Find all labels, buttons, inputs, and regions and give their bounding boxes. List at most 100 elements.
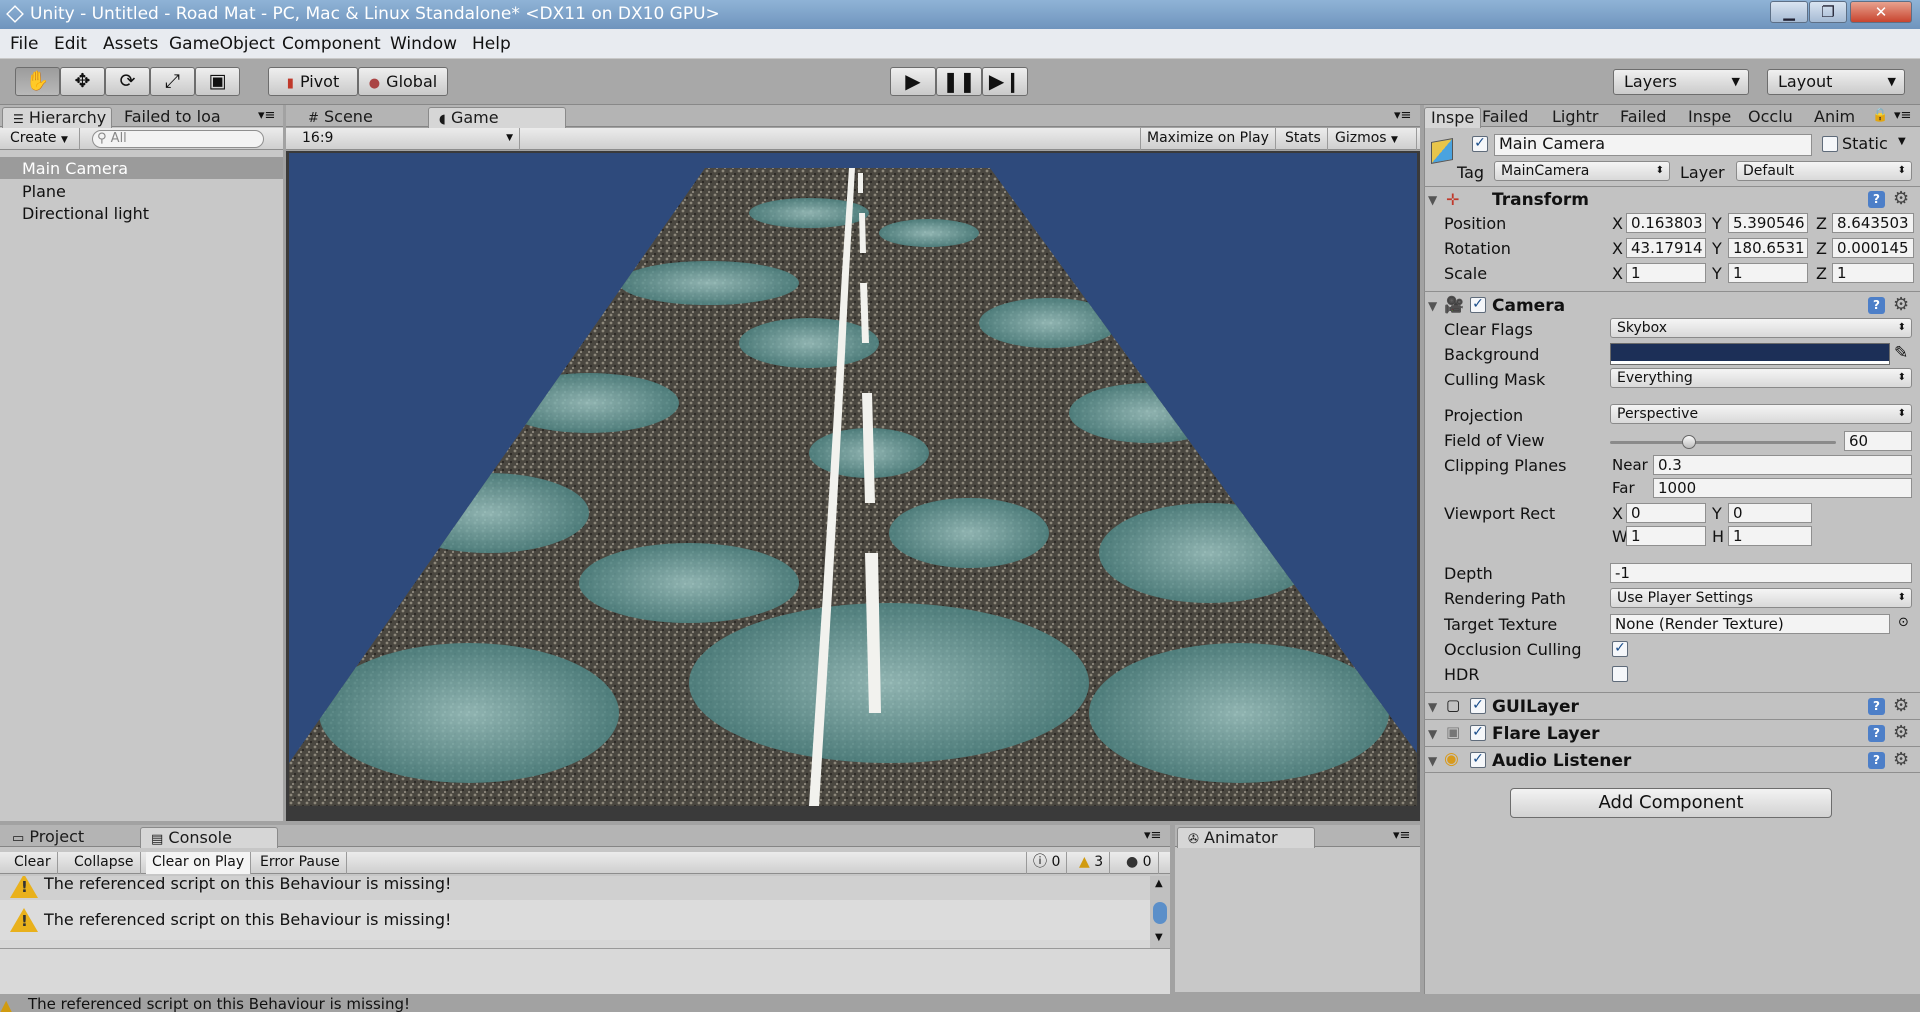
panel-menu-icon[interactable]: ▾≡ (1144, 828, 1161, 843)
viewport-h-field[interactable]: 1 (1728, 526, 1812, 546)
panel-menu-icon[interactable]: ▾≡ (1393, 828, 1410, 843)
rotation-x-field[interactable]: 43.17914 (1626, 238, 1706, 258)
eyedropper-icon[interactable]: ✎ (1894, 343, 1908, 363)
object-name-field[interactable]: Main Camera (1494, 134, 1812, 156)
rendering-path-dropdown[interactable]: Use Player Settings ⬍ (1610, 588, 1912, 608)
tab-inspector[interactable]: Inspe (1424, 107, 1482, 128)
help-icon[interactable]: ? (1868, 191, 1885, 208)
tab-failed-2[interactable]: Failed (1614, 107, 1672, 128)
help-icon[interactable]: ? (1868, 752, 1885, 769)
tab-animator[interactable]: ✇ Animator (1177, 827, 1315, 848)
layer-dropdown[interactable]: Default ⬍ (1736, 161, 1912, 181)
near-field[interactable]: 0.3 (1653, 455, 1912, 475)
tab-lightmap[interactable]: Lightr (1546, 107, 1605, 128)
menu-edit[interactable]: Edit (54, 34, 87, 54)
move-tool-icon[interactable]: ✥ (60, 67, 105, 96)
scroll-down-icon[interactable]: ▼ (1155, 932, 1163, 943)
tab-game[interactable]: ◖ Game (428, 107, 566, 128)
camera-enabled-checkbox[interactable]: ✓ (1470, 297, 1486, 313)
fold-arrow-icon[interactable]: ▼ (1428, 299, 1437, 313)
help-icon[interactable]: ? (1868, 725, 1885, 742)
rotation-y-field[interactable]: 180.6531 (1728, 238, 1808, 258)
help-icon[interactable]: ? (1868, 297, 1885, 314)
flare-layer-enabled-checkbox[interactable]: ✓ (1470, 725, 1486, 741)
rotate-tool-icon[interactable]: ⟳ (105, 67, 150, 96)
culling-mask-dropdown[interactable]: Everything ⬍ (1610, 368, 1912, 388)
error-count-toggle[interactable]: ● 0 (1120, 852, 1159, 874)
viewport-y-field[interactable]: 0 (1728, 503, 1812, 523)
viewport-w-field[interactable]: 1 (1626, 526, 1706, 546)
viewport-x-field[interactable]: 0 (1626, 503, 1706, 523)
position-z-field[interactable]: 8.643503 (1832, 213, 1914, 233)
scrollbar-thumb[interactable] (1153, 902, 1167, 924)
tab-failed-1[interactable]: Failed (1476, 107, 1534, 128)
menu-component[interactable]: Component (282, 34, 381, 54)
error-pause-toggle[interactable]: Error Pause (254, 852, 347, 874)
play-button[interactable]: ▶ (890, 67, 936, 96)
add-component-button[interactable]: Add Component (1510, 788, 1832, 818)
tab-hierarchy[interactable]: ☰ Hierarchy (2, 107, 112, 128)
maximize-on-play-toggle[interactable]: Maximize on Play (1140, 128, 1276, 150)
object-active-checkbox[interactable]: ✓ (1472, 136, 1488, 152)
collapse-button[interactable]: Collapse (68, 852, 141, 874)
static-checkbox[interactable] (1822, 136, 1838, 152)
tab-project[interactable]: ▭ Project (2, 827, 94, 848)
tab-scene[interactable]: # Scene (298, 107, 383, 128)
gear-icon[interactable]: ⚙ (1893, 751, 1911, 769)
menu-gameobject[interactable]: GameObject (169, 34, 275, 54)
fold-arrow-icon[interactable]: ▼ (1428, 193, 1437, 207)
console-list[interactable]: The referenced script on this Behaviour … (0, 876, 1150, 948)
gear-icon[interactable]: ⚙ (1893, 190, 1911, 208)
clear-button[interactable]: Clear (8, 852, 58, 874)
fold-arrow-icon[interactable]: ▼ (1428, 754, 1437, 768)
tab-animation[interactable]: Anim (1808, 107, 1861, 128)
pause-button[interactable]: ❚❚ (936, 67, 982, 96)
close-button[interactable]: ✕ (1850, 1, 1912, 23)
stats-toggle[interactable]: Stats (1279, 128, 1328, 150)
panel-menu-icon[interactable]: ▾≡ (258, 108, 275, 123)
fov-slider-thumb[interactable] (1682, 435, 1697, 449)
gear-icon[interactable]: ⚙ (1893, 697, 1911, 715)
menu-help[interactable]: Help (472, 34, 511, 54)
projection-dropdown[interactable]: Perspective ⬍ (1610, 404, 1912, 424)
clear-on-play-toggle[interactable]: Clear on Play (146, 852, 252, 874)
minimize-button[interactable]: ▁ (1770, 1, 1808, 23)
scale-z-field[interactable]: 1 (1832, 263, 1914, 283)
hand-tool-icon[interactable]: ✋ (15, 67, 60, 96)
hierarchy-item-plane[interactable]: Plane (22, 182, 66, 201)
help-icon[interactable]: ? (1868, 698, 1885, 715)
aspect-dropdown[interactable]: 16:9 ▼ (296, 128, 520, 150)
far-field[interactable]: 1000 (1653, 478, 1912, 498)
menu-assets[interactable]: Assets (103, 34, 158, 54)
gear-icon[interactable]: ⚙ (1893, 296, 1911, 314)
tab-occlusion[interactable]: Occlu (1742, 107, 1799, 128)
panel-menu-icon[interactable]: ▾≡ (1894, 108, 1911, 123)
step-button[interactable]: ▶❙ (982, 67, 1028, 96)
fov-field[interactable]: 60 (1844, 431, 1912, 451)
list-item[interactable]: The referenced script on this Behaviour … (0, 900, 1150, 940)
occlusion-culling-checkbox[interactable]: ✓ (1612, 641, 1628, 657)
clear-flags-dropdown[interactable]: Skybox ⬍ (1610, 318, 1912, 338)
maximize-button[interactable]: ❐ (1809, 1, 1847, 23)
tab-console[interactable]: ▤ Console (140, 827, 278, 848)
global-toggle[interactable]: ● Global (358, 67, 448, 96)
create-dropdown[interactable]: Create ▼ (4, 128, 80, 150)
menu-file[interactable]: File (10, 34, 38, 54)
hdr-checkbox[interactable] (1612, 666, 1628, 682)
background-color-swatch[interactable] (1610, 343, 1890, 365)
tab-inspector-2[interactable]: Inspe (1682, 107, 1737, 128)
info-count-toggle[interactable]: ⓘ 0 (1026, 852, 1068, 874)
scroll-up-icon[interactable]: ▲ (1155, 878, 1163, 889)
lock-icon[interactable]: 🔒 (1872, 108, 1888, 123)
layout-dropdown[interactable]: Layout ▼ (1767, 69, 1905, 95)
rotation-z-field[interactable]: 0.000145 (1832, 238, 1914, 258)
hierarchy-item-main-camera[interactable]: Main Camera (22, 159, 128, 178)
warning-count-toggle[interactable]: ▲ 3 (1073, 852, 1111, 874)
depth-field[interactable]: -1 (1610, 563, 1912, 583)
game-view[interactable] (289, 153, 1417, 806)
position-y-field[interactable]: 5.390546 (1728, 213, 1808, 233)
fold-arrow-icon[interactable]: ▼ (1428, 727, 1437, 741)
fold-arrow-icon[interactable]: ▼ (1428, 700, 1437, 714)
gizmos-dropdown[interactable]: Gizmos ▼ (1329, 128, 1417, 150)
panel-menu-icon[interactable]: ▾≡ (1394, 108, 1411, 123)
